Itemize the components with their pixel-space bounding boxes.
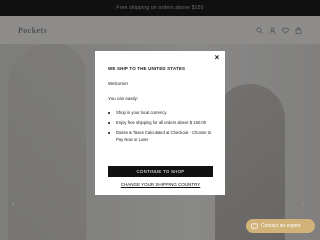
modal-intro: You can easily: bbox=[108, 96, 139, 101]
close-icon[interactable]: × bbox=[212, 53, 222, 63]
shipping-modal: × WE SHIP TO THE UNITED STATES Welcome! … bbox=[95, 51, 225, 195]
contact-expert-button[interactable]: Contact an expert bbox=[246, 219, 315, 233]
change-country-link[interactable]: CHANGE YOUR SHIPPING COUNTRY bbox=[108, 182, 213, 187]
benefit-free-shipping: Enjoy free shipping for all orders above… bbox=[108, 120, 216, 127]
modal-title: WE SHIP TO THE UNITED STATES bbox=[108, 66, 186, 71]
benefit-duties-taxes: Duties & Taxes Calculated at Checkout - … bbox=[108, 130, 216, 143]
modal-welcome: Welcome! bbox=[108, 81, 128, 86]
benefit-currency: Shop in your local currency bbox=[108, 110, 216, 117]
continue-shopping-button[interactable]: CONTINUE TO SHOP bbox=[108, 166, 213, 177]
contact-expert-label: Contact an expert bbox=[261, 223, 301, 229]
benefits-list: Shop in your local currency Enjoy free s… bbox=[108, 110, 216, 147]
chat-icon bbox=[251, 222, 258, 230]
